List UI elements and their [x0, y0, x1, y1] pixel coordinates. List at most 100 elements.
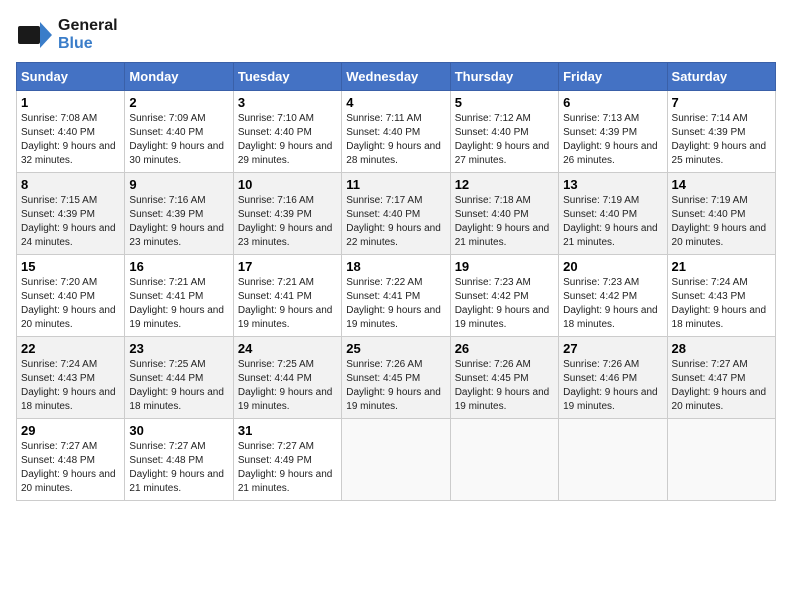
- day-info: Sunrise: 7:24 AMSunset: 4:43 PMDaylight:…: [21, 359, 116, 412]
- day-number: 21: [672, 259, 771, 274]
- calendar-cell: 14 Sunrise: 7:19 AMSunset: 4:40 PMDayligh…: [667, 173, 775, 255]
- day-info: Sunrise: 7:17 AMSunset: 4:40 PMDaylight:…: [346, 195, 441, 248]
- calendar-cell: [450, 419, 558, 501]
- day-number: 7: [672, 95, 771, 110]
- calendar-cell: 28 Sunrise: 7:27 AMSunset: 4:47 PMDayligh…: [667, 337, 775, 419]
- dow-header: Wednesday: [342, 63, 450, 91]
- logo: General Blue: [16, 16, 118, 54]
- calendar-cell: 29 Sunrise: 7:27 AMSunset: 4:48 PMDayligh…: [17, 419, 125, 501]
- calendar-cell: 27 Sunrise: 7:26 AMSunset: 4:46 PMDayligh…: [559, 337, 667, 419]
- day-info: Sunrise: 7:26 AMSunset: 4:45 PMDaylight:…: [346, 359, 441, 412]
- day-number: 31: [238, 423, 337, 438]
- day-info: Sunrise: 7:21 AMSunset: 4:41 PMDaylight:…: [129, 277, 224, 330]
- calendar-table: SundayMondayTuesdayWednesdayThursdayFrid…: [16, 62, 776, 501]
- calendar-cell: 25 Sunrise: 7:26 AMSunset: 4:45 PMDayligh…: [342, 337, 450, 419]
- logo-line1: General: [58, 17, 118, 35]
- day-info: Sunrise: 7:21 AMSunset: 4:41 PMDaylight:…: [238, 277, 333, 330]
- calendar-cell: [559, 419, 667, 501]
- day-number: 23: [129, 341, 228, 356]
- calendar-cell: 4 Sunrise: 7:11 AMSunset: 4:40 PMDaylight…: [342, 91, 450, 173]
- day-info: Sunrise: 7:08 AMSunset: 4:40 PMDaylight:…: [21, 113, 116, 166]
- day-number: 30: [129, 423, 228, 438]
- day-number: 12: [455, 177, 554, 192]
- day-info: Sunrise: 7:16 AMSunset: 4:39 PMDaylight:…: [238, 195, 333, 248]
- day-number: 3: [238, 95, 337, 110]
- calendar-cell: 17 Sunrise: 7:21 AMSunset: 4:41 PMDayligh…: [233, 255, 341, 337]
- day-number: 1: [21, 95, 120, 110]
- dow-header: Saturday: [667, 63, 775, 91]
- day-info: Sunrise: 7:19 AMSunset: 4:40 PMDaylight:…: [672, 195, 767, 248]
- day-info: Sunrise: 7:25 AMSunset: 4:44 PMDaylight:…: [129, 359, 224, 412]
- calendar-cell: 13 Sunrise: 7:19 AMSunset: 4:40 PMDayligh…: [559, 173, 667, 255]
- dow-header: Friday: [559, 63, 667, 91]
- day-info: Sunrise: 7:24 AMSunset: 4:43 PMDaylight:…: [672, 277, 767, 330]
- day-info: Sunrise: 7:16 AMSunset: 4:39 PMDaylight:…: [129, 195, 224, 248]
- day-info: Sunrise: 7:19 AMSunset: 4:40 PMDaylight:…: [563, 195, 658, 248]
- day-number: 8: [21, 177, 120, 192]
- day-info: Sunrise: 7:11 AMSunset: 4:40 PMDaylight:…: [346, 113, 441, 166]
- calendar-cell: [667, 419, 775, 501]
- calendar-cell: 7 Sunrise: 7:14 AMSunset: 4:39 PMDaylight…: [667, 91, 775, 173]
- calendar-cell: 26 Sunrise: 7:26 AMSunset: 4:45 PMDayligh…: [450, 337, 558, 419]
- day-info: Sunrise: 7:27 AMSunset: 4:48 PMDaylight:…: [129, 441, 224, 494]
- dow-header: Tuesday: [233, 63, 341, 91]
- day-number: 9: [129, 177, 228, 192]
- day-number: 18: [346, 259, 445, 274]
- day-info: Sunrise: 7:22 AMSunset: 4:41 PMDaylight:…: [346, 277, 441, 330]
- calendar-cell: 31 Sunrise: 7:27 AMSunset: 4:49 PMDayligh…: [233, 419, 341, 501]
- calendar-cell: 20Sunrise: 7:23 AMSunset: 4:42 PMDayligh…: [559, 255, 667, 337]
- day-number: 29: [21, 423, 120, 438]
- day-info: Sunrise: 7:20 AMSunset: 4:40 PMDaylight:…: [21, 277, 116, 330]
- calendar-cell: 21 Sunrise: 7:24 AMSunset: 4:43 PMDayligh…: [667, 255, 775, 337]
- day-info: Sunrise: 7:18 AMSunset: 4:40 PMDaylight:…: [455, 195, 550, 248]
- day-number: 17: [238, 259, 337, 274]
- day-info: Sunrise: 7:27 AMSunset: 4:48 PMDaylight:…: [21, 441, 116, 494]
- logo-line2: Blue: [58, 35, 118, 53]
- calendar-cell: 19Sunrise: 7:23 AMSunset: 4:42 PMDayligh…: [450, 255, 558, 337]
- day-number: 22: [21, 341, 120, 356]
- calendar-cell: 5Sunrise: 7:12 AMSunset: 4:40 PMDaylight…: [450, 91, 558, 173]
- day-number: 4: [346, 95, 445, 110]
- calendar-cell: 12 Sunrise: 7:18 AMSunset: 4:40 PMDayligh…: [450, 173, 558, 255]
- day-info: Sunrise: 7:26 AMSunset: 4:45 PMDaylight:…: [455, 359, 550, 412]
- calendar-cell: 16 Sunrise: 7:21 AMSunset: 4:41 PMDayligh…: [125, 255, 233, 337]
- dow-header: Sunday: [17, 63, 125, 91]
- day-info: Sunrise: 7:27 AMSunset: 4:49 PMDaylight:…: [238, 441, 333, 494]
- day-number: 2: [129, 95, 228, 110]
- day-info: Sunrise: 7:23 AMSunset: 4:42 PMDaylight:…: [455, 277, 550, 330]
- day-number: 26: [455, 341, 554, 356]
- day-number: 15: [21, 259, 120, 274]
- calendar-cell: 8 Sunrise: 7:15 AMSunset: 4:39 PMDaylight…: [17, 173, 125, 255]
- calendar-cell: 24 Sunrise: 7:25 AMSunset: 4:44 PMDayligh…: [233, 337, 341, 419]
- calendar-cell: 2 Sunrise: 7:09 AMSunset: 4:40 PMDaylight…: [125, 91, 233, 173]
- calendar-cell: 30 Sunrise: 7:27 AMSunset: 4:48 PMDayligh…: [125, 419, 233, 501]
- calendar-cell: 18 Sunrise: 7:22 AMSunset: 4:41 PMDayligh…: [342, 255, 450, 337]
- day-number: 28: [672, 341, 771, 356]
- calendar-cell: 9 Sunrise: 7:16 AMSunset: 4:39 PMDaylight…: [125, 173, 233, 255]
- day-number: 25: [346, 341, 445, 356]
- day-info: Sunrise: 7:13 AMSunset: 4:39 PMDaylight:…: [563, 113, 658, 166]
- day-info: Sunrise: 7:26 AMSunset: 4:46 PMDaylight:…: [563, 359, 658, 412]
- day-info: Sunrise: 7:27 AMSunset: 4:47 PMDaylight:…: [672, 359, 767, 412]
- day-info: Sunrise: 7:12 AMSunset: 4:40 PMDaylight:…: [455, 113, 550, 166]
- calendar-cell: 6 Sunrise: 7:13 AMSunset: 4:39 PMDaylight…: [559, 91, 667, 173]
- calendar-cell: 11 Sunrise: 7:17 AMSunset: 4:40 PMDayligh…: [342, 173, 450, 255]
- calendar-cell: 22 Sunrise: 7:24 AMSunset: 4:43 PMDayligh…: [17, 337, 125, 419]
- day-number: 6: [563, 95, 662, 110]
- day-info: Sunrise: 7:14 AMSunset: 4:39 PMDaylight:…: [672, 113, 767, 166]
- dow-header: Thursday: [450, 63, 558, 91]
- day-info: Sunrise: 7:25 AMSunset: 4:44 PMDaylight:…: [238, 359, 333, 412]
- dow-header: Monday: [125, 63, 233, 91]
- day-number: 27: [563, 341, 662, 356]
- day-number: 13: [563, 177, 662, 192]
- calendar-cell: 3Sunrise: 7:10 AMSunset: 4:40 PMDaylight…: [233, 91, 341, 173]
- day-info: Sunrise: 7:09 AMSunset: 4:40 PMDaylight:…: [129, 113, 224, 166]
- day-number: 14: [672, 177, 771, 192]
- day-number: 24: [238, 341, 337, 356]
- day-number: 20: [563, 259, 662, 274]
- header: General Blue: [16, 16, 776, 54]
- day-info: Sunrise: 7:15 AMSunset: 4:39 PMDaylight:…: [21, 195, 116, 248]
- day-number: 11: [346, 177, 445, 192]
- day-number: 16: [129, 259, 228, 274]
- calendar-cell: 1 Sunrise: 7:08 AMSunset: 4:40 PMDaylight…: [17, 91, 125, 173]
